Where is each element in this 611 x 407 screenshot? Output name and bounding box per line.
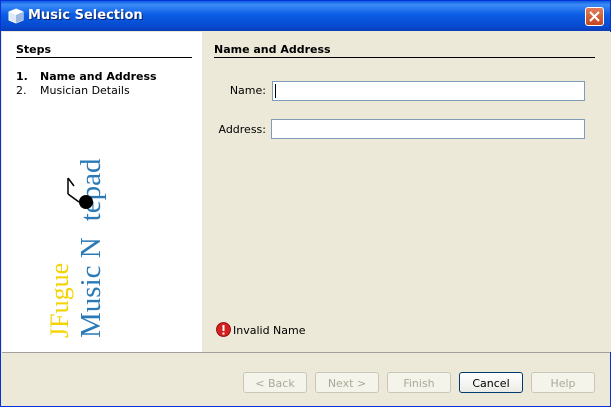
cancel-button[interactable]: Cancel [459,372,523,393]
next-button[interactable]: Next > [315,372,379,393]
app-icon [8,8,24,24]
button-bar-divider [2,352,610,353]
close-button[interactable] [585,7,604,26]
dialog-window: Music Selection Steps 1. Name and Address… [0,0,611,407]
logo-jfugue: JFugue [45,263,74,338]
title-bar[interactable]: Music Selection [1,1,610,31]
logo-tepad: tepad [75,158,107,221]
svg-text:Music Ntepad: Music N tepad [75,158,107,338]
name-field[interactable] [272,81,585,101]
steps-panel: Steps 1. Name and Address 2. Musician Deta… [2,32,202,352]
help-button[interactable]: Help [531,372,595,393]
step-item-2: 2. Musician Details [16,84,130,97]
step-number: 1. [16,70,28,83]
text-caret [275,84,276,98]
steps-header: Steps [16,43,52,56]
content-panel: Name and Address Name: Address: Invalid … [202,32,611,352]
window-title: Music Selection [28,8,143,23]
step-label: Musician Details [40,84,130,97]
jfugue-logo: JFugue Music N tepad [45,158,107,338]
address-label: Address: [218,123,266,136]
panel-divider [214,57,595,58]
step-number: 2. [16,84,27,97]
address-field[interactable] [271,119,585,139]
back-button[interactable]: < Back [243,372,307,393]
close-icon [589,11,600,22]
name-label: Name: [229,84,266,97]
panel-title: Name and Address [214,43,331,56]
finish-button[interactable]: Finish [387,372,451,393]
steps-divider [16,57,192,58]
logo-music-n: Music N [75,237,107,338]
error-icon [216,322,231,337]
music-note-icon [79,195,93,209]
step-label: Name and Address [40,70,157,83]
error-message: Invalid Name [233,324,306,337]
step-item-1: 1. Name and Address [16,70,157,83]
